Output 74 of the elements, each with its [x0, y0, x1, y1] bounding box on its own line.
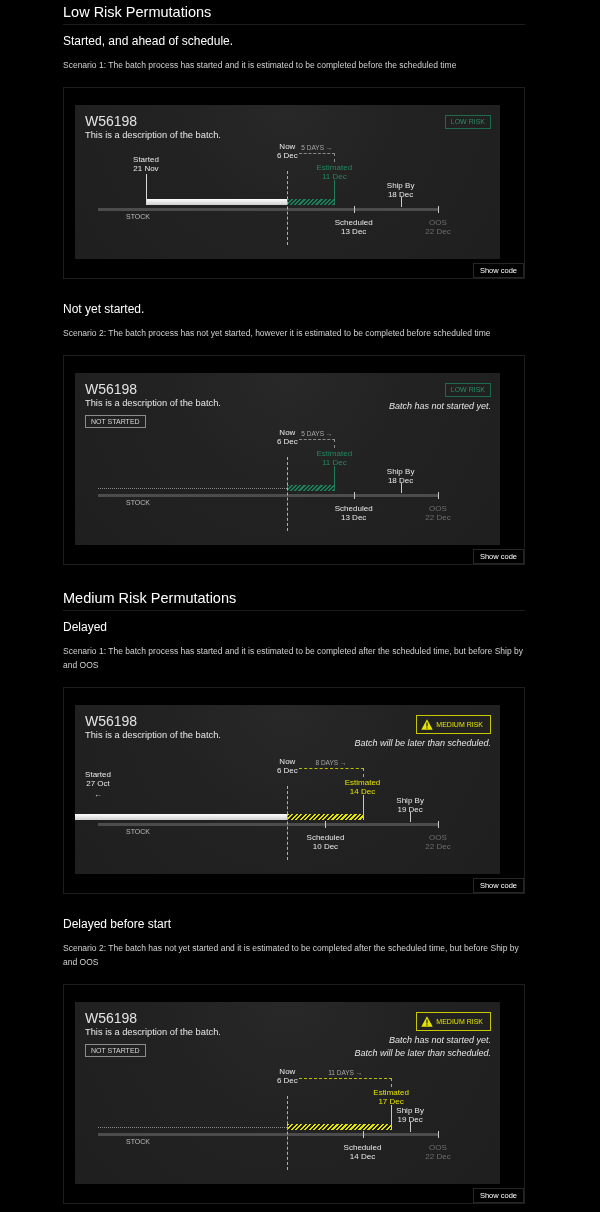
scenario-title: Not yet started.: [63, 301, 146, 317]
oos-date: 22 Dec: [425, 1151, 451, 1161]
estimated-label: Estimated: [344, 777, 381, 787]
batch-description: This is a description of the batch.: [85, 397, 221, 410]
oos-date: 22 Dec: [425, 841, 451, 851]
left-arrow-icon: ←: [94, 789, 102, 799]
warning-icon: [421, 1016, 434, 1027]
ship-by-label: Ship By: [396, 795, 424, 805]
batch-description: This is a description of the batch.: [85, 129, 221, 142]
scheduled-date: 13 Dec: [341, 512, 367, 522]
ship-by-date: 18 Dec: [387, 189, 414, 199]
scheduled-label: Scheduled: [334, 503, 373, 513]
now-date: 6 Dec: [276, 1076, 298, 1085]
batch-description: This is a description of the batch.: [85, 1026, 221, 1039]
ship-by-date: 18 Dec: [387, 475, 414, 485]
oos-label: OOS: [429, 832, 447, 842]
scheduled-label: Scheduled: [343, 1142, 382, 1152]
estimated-label: Estimated: [316, 448, 353, 458]
estimated-date: 11 Dec: [321, 171, 347, 181]
oos-label: OOS: [429, 1142, 447, 1152]
scenario-title: Delayed before start: [63, 916, 173, 932]
section-heading: Medium Risk Permutations: [63, 586, 525, 611]
ship-by-label: Ship By: [386, 466, 415, 476]
started-label: Started: [85, 769, 111, 779]
status-message: Batch has not started yet.: [388, 1034, 491, 1047]
now-date: 6 Dec: [276, 766, 298, 775]
now-label: Now: [279, 1067, 296, 1076]
duration-bracket: [299, 153, 336, 162]
scheduled-date: 14 Dec: [349, 1151, 376, 1161]
now-label: Now: [279, 428, 296, 437]
scenario-title: Started, and ahead of schedule.: [63, 33, 235, 49]
started-date: 27 Oct: [86, 778, 110, 788]
estimate-bar: [287, 485, 335, 491]
duration-bracket: [299, 439, 336, 448]
oos-date: 22 Dec: [425, 226, 451, 236]
estimated-date: 17 Dec: [378, 1096, 404, 1106]
status-message: Batch will be later than scheduled.: [354, 1047, 491, 1060]
now-label: Now: [279, 757, 296, 766]
section-heading: Low Risk Permutations: [63, 0, 525, 25]
started-date: 21 Nov: [133, 163, 159, 173]
duration-bracket: [299, 768, 364, 777]
ship-by-date: 19 Dec: [397, 1114, 423, 1124]
scenario-title: Delayed: [63, 619, 109, 635]
scenario-description: Scenario 2: The batch has not yet started and it is estimated to be completed after the scheduled time, but before Ship by and OOS: [63, 942, 520, 969]
scenario-description: Scenario 1: The batch process has started and it is estimated to be completed after the scheduled time, but before Ship by and OOS: [63, 645, 525, 672]
now-date: 6 Dec: [276, 437, 298, 446]
batch-id: W56198: [85, 713, 138, 729]
scheduled-label: Scheduled: [334, 217, 373, 227]
scenario-description: Scenario 1: The batch process has started and it is estimated to be completed before the scheduled time: [63, 59, 458, 72]
batch-id: W56198: [85, 113, 138, 129]
status-message: Batch has not started yet.: [388, 400, 491, 413]
batch-description: This is a description of the batch.: [85, 729, 221, 742]
started-label: Started: [133, 154, 159, 164]
estimated-label: Estimated: [316, 162, 353, 172]
ship-by-label: Ship By: [396, 1105, 424, 1115]
scheduled-date: 10 Dec: [312, 841, 339, 851]
scenario-description: Scenario 2: The batch process has not yet started, however it is estimated to be completed before scheduled time: [63, 327, 492, 340]
ship-by-label: Ship By: [386, 180, 415, 190]
ship-by-date: 19 Dec: [397, 804, 423, 814]
batch-id: W56198: [85, 381, 138, 397]
oos-label: OOS: [429, 503, 447, 513]
warning-icon: [421, 719, 434, 730]
estimated-date: 14 Dec: [349, 786, 376, 796]
now-date: 6 Dec: [276, 151, 298, 160]
estimate-bar: [287, 199, 335, 205]
now-label: Now: [279, 142, 296, 151]
status-message: Batch will be later than scheduled.: [354, 737, 491, 750]
oos-date: 22 Dec: [425, 512, 451, 522]
estimated-label: Estimated: [373, 1087, 409, 1097]
estimated-date: 11 Dec: [321, 457, 347, 467]
scheduled-label: Scheduled: [306, 832, 345, 842]
batch-id: W56198: [85, 1010, 138, 1026]
oos-label: OOS: [429, 217, 447, 227]
scheduled-date: 13 Dec: [341, 226, 367, 236]
